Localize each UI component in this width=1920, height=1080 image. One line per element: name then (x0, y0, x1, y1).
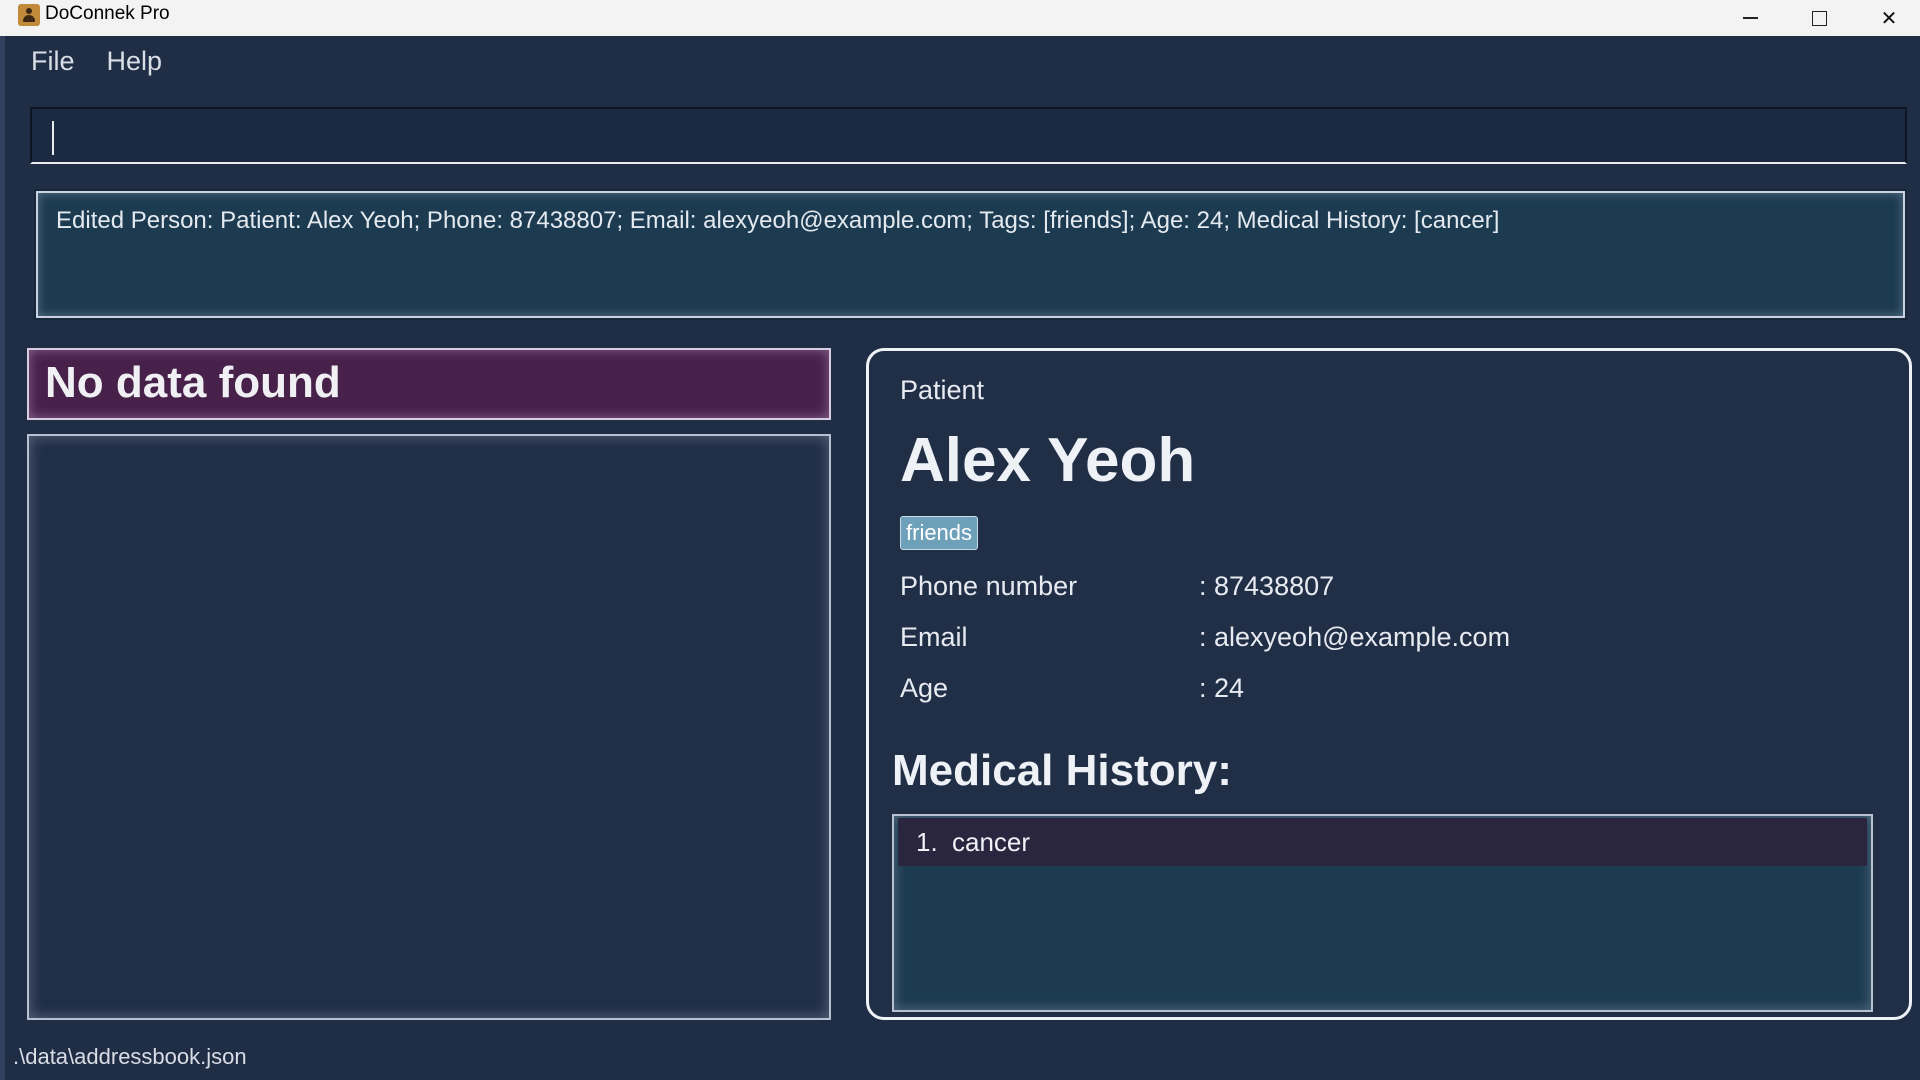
result-message: Edited Person: Patient: Alex Yeoh; Phone… (56, 207, 1500, 234)
text-caret (52, 121, 54, 155)
person-detail-card: Patient Alex Yeoh friends Phone number :… (866, 348, 1912, 1020)
phone-value: : 87438807 (1199, 571, 1335, 601)
no-data-message: No data found (45, 358, 341, 407)
status-bar-path: .\data\addressbook.json (13, 1044, 247, 1069)
title-bar: DoConnek Pro ✕ (0, 0, 1920, 36)
history-item-number: 1. (916, 827, 938, 857)
email-value: : alexyeoh@example.com (1199, 622, 1511, 652)
address-book-icon (18, 4, 40, 26)
maximize-button[interactable] (1784, 0, 1854, 36)
command-input[interactable] (32, 109, 1905, 162)
medical-history-list[interactable]: 1. cancer (892, 814, 1873, 1012)
main-window: File Help Edited Person: Patient: Alex Y… (0, 36, 1920, 1080)
medical-history-heading: Medical History: (892, 746, 1232, 795)
email-label: Email (900, 622, 968, 652)
minimize-icon (1742, 17, 1758, 19)
menu-file[interactable]: File (29, 46, 77, 86)
person-role: Patient (900, 375, 985, 405)
maximize-icon (1811, 10, 1827, 26)
email-row: Email : alexyeoh@example.com (900, 622, 1800, 662)
menu-help[interactable]: Help (105, 46, 165, 86)
phone-label: Phone number (900, 571, 1078, 601)
phone-row: Phone number : 87438807 (900, 571, 1800, 611)
person-name: Alex Yeoh (900, 426, 1196, 495)
result-display: Edited Person: Patient: Alex Yeoh; Phone… (36, 191, 1905, 318)
close-icon: ✕ (1880, 6, 1898, 30)
age-value: : 24 (1199, 673, 1245, 703)
tag-badge: friends (900, 516, 979, 550)
list-item[interactable]: 1. cancer (898, 818, 1867, 866)
minimize-button[interactable] (1715, 0, 1785, 36)
person-list[interactable] (27, 434, 831, 1020)
command-box[interactable] (30, 107, 1907, 164)
close-button[interactable]: ✕ (1854, 0, 1920, 36)
window-title: DoConnek Pro (45, 3, 170, 24)
list-status-banner: No data found (27, 348, 831, 420)
menu-bar: File Help (29, 46, 164, 86)
history-item-text: cancer (952, 827, 1031, 857)
age-label: Age (900, 673, 949, 703)
age-row: Age : 24 (900, 673, 1800, 713)
